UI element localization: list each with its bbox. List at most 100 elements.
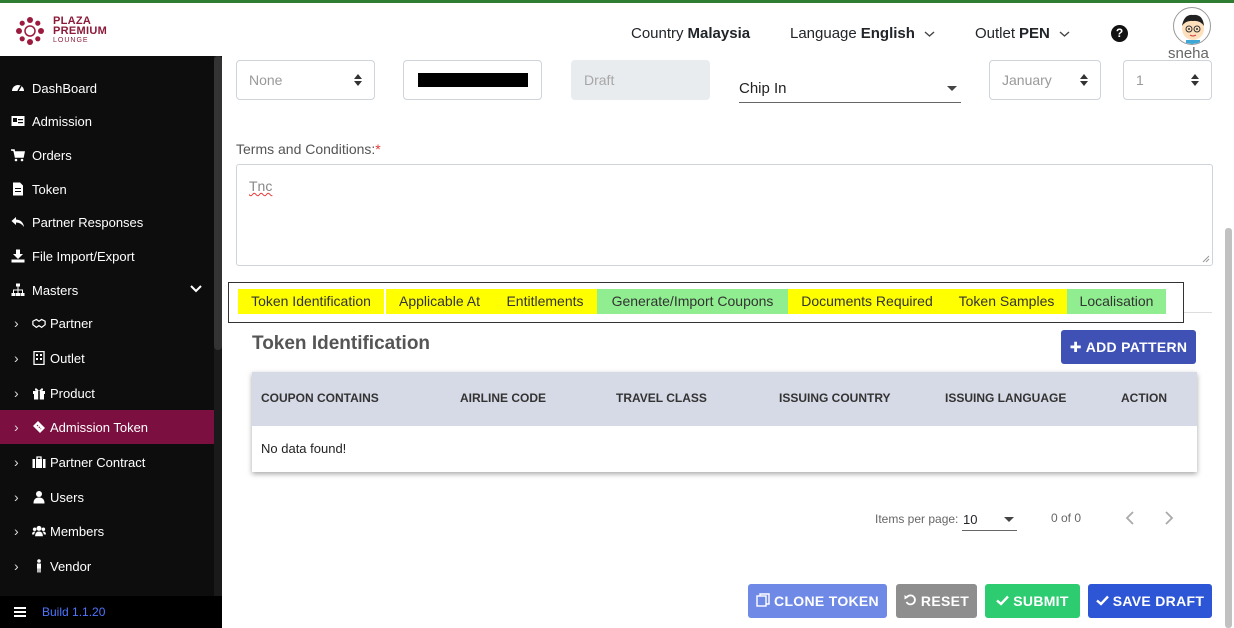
country-label: Country [631,25,684,42]
sidebar-item-label: Partner Responses [32,214,144,230]
tab-divider [1184,312,1212,313]
tab-token-samples[interactable]: Token Samples [946,289,1067,314]
sitemap-icon [11,283,25,296]
outlet-value: PEN [1019,25,1050,42]
save-draft-button[interactable]: SAVE DRAFT [1088,584,1212,618]
language-label: Language [790,25,857,42]
sort-arrows-icon [1080,74,1088,86]
chevron-right-icon: › [14,558,19,574]
plus-icon: ✚ [1069,338,1082,355]
user-icon [33,491,45,504]
chevron-down-icon [190,285,202,293]
sidebar-item-label: Outlet [50,350,85,366]
sidebar-item-label: Members [50,523,105,539]
brand-line-3: LOUNGE [53,37,89,44]
help-icon[interactable]: ? [1111,25,1128,42]
sidebar-item-label: File Import/Export [32,248,135,264]
id-card-icon [11,116,25,126]
clone-token-button[interactable]: CLONE TOKEN [748,584,887,618]
check-icon [996,593,1010,609]
column-header[interactable]: AIRLINE CODE [460,391,546,405]
previous-page-icon[interactable] [1125,510,1135,531]
sidebar-item-label: DashBoard [32,80,98,96]
empty-message: No data found! [261,441,347,456]
sidebar-item-dashboard[interactable]: DashBoard [0,71,214,105]
brand-line-2: PREMIUM [53,25,108,37]
avatar-face-icon [1182,14,1204,44]
column-header[interactable]: ISSUING COUNTRY [779,391,891,405]
required-marker: * [375,141,381,157]
tab-generate-import-coupons[interactable]: Generate/Import Coupons [597,289,788,314]
sidebar-subitem-admission-token[interactable]: › Admission Token [0,410,214,444]
submit-button[interactable]: SUBMIT [985,584,1080,618]
sidebar-subitem-product[interactable]: › Product [0,376,214,410]
outlet-dropdown[interactable]: Outlet PEN [975,25,1070,42]
user-avatar[interactable] [1173,7,1211,45]
masked-field[interactable] [403,60,542,100]
resize-handle-icon[interactable] [1202,255,1210,263]
menu-icon[interactable] [14,607,26,617]
briefcase-icon [32,456,46,468]
chevron-right-icon: › [14,315,19,331]
column-header[interactable]: COUPON CONTAINS [261,391,379,405]
sidebar-item-label: Vendor [50,558,92,574]
sidebar-scrollbar[interactable] [214,56,222,350]
logo-mark-icon [14,15,46,47]
reset-label: RESET [920,593,970,609]
items-per-page-select[interactable]: 10 [962,508,1017,531]
sidebar-item-label: Admission [32,113,92,129]
download-icon [11,249,25,263]
type-select[interactable]: None [236,60,375,100]
add-pattern-button[interactable]: ✚ ADD PATTERN [1061,330,1196,364]
sidebar-item-token[interactable]: Token [0,172,214,206]
day-select-value: 1 [1136,72,1144,88]
language-dropdown[interactable]: Language English [790,25,935,42]
country-display: Country Malaysia [631,25,750,42]
sidebar-subitem-members[interactable]: › Members [0,514,214,548]
sidebar: DashBoard Admission Orders Token Partner… [0,56,222,628]
table-header: COUPON CONTAINS AIRLINE CODE TRAVEL CLAS… [252,372,1197,426]
next-page-icon[interactable] [1164,510,1174,531]
sidebar-subitem-outlet[interactable]: › Outlet [0,341,214,375]
chevron-right-icon: › [14,523,19,539]
chevron-right-icon: › [14,419,19,435]
sidebar-item-admission[interactable]: Admission [0,104,214,138]
sidebar-item-partner-responses[interactable]: Partner Responses [0,205,214,239]
chevron-down-icon [924,30,935,37]
clone-token-label: CLONE TOKEN [774,593,879,609]
sidebar-item-file-import-export[interactable]: File Import/Export [0,239,214,273]
tnc-textarea[interactable]: Tnc [236,164,1213,266]
column-header[interactable]: ISSUING LANGUAGE [945,391,1066,405]
sidebar-subitem-partner-contract[interactable]: › Partner Contract [0,445,214,479]
chevron-right-icon: › [14,489,19,505]
brand-logo[interactable]: PLAZA PREMIUM LOUNGE [14,15,107,47]
chip-select[interactable]: Chip In [739,60,961,103]
handshake-icon [32,318,46,329]
column-header[interactable]: ACTION [1121,391,1167,405]
tab-documents-required[interactable]: Documents Required [788,289,946,314]
chevron-right-icon: › [14,385,19,401]
tab-entitlements[interactable]: Entitlements [493,289,597,314]
column-header[interactable]: TRAVEL CLASS [616,391,707,405]
type-select-value: None [249,72,283,88]
sort-arrows-icon [1191,74,1199,86]
submit-label: SUBMIT [1013,593,1069,609]
gift-icon [33,388,45,400]
reply-all-icon [11,217,24,227]
tab-localisation[interactable]: Localisation [1067,289,1166,314]
sidebar-subitem-partner[interactable]: › Partner [0,306,214,340]
day-select[interactable]: 1 [1123,60,1212,100]
tab-token-identification[interactable]: Token Identification [238,289,384,314]
reset-button[interactable]: RESET [896,584,977,618]
month-select[interactable]: January [989,60,1101,100]
tab-applicable-at[interactable]: Applicable At [386,289,493,314]
caret-down-icon [1004,517,1014,522]
sidebar-subitem-vendor[interactable]: › Vendor [0,549,214,583]
tnc-label: Terms and Conditions:* [236,141,381,157]
sidebar-subitem-users[interactable]: › Users [0,480,214,514]
chevron-right-icon: › [14,350,19,366]
caret-down-icon [947,86,957,91]
sidebar-item-masters[interactable]: Masters [0,273,214,307]
sidebar-item-orders[interactable]: Orders [0,138,214,172]
main-scrollbar[interactable] [1225,228,1232,628]
